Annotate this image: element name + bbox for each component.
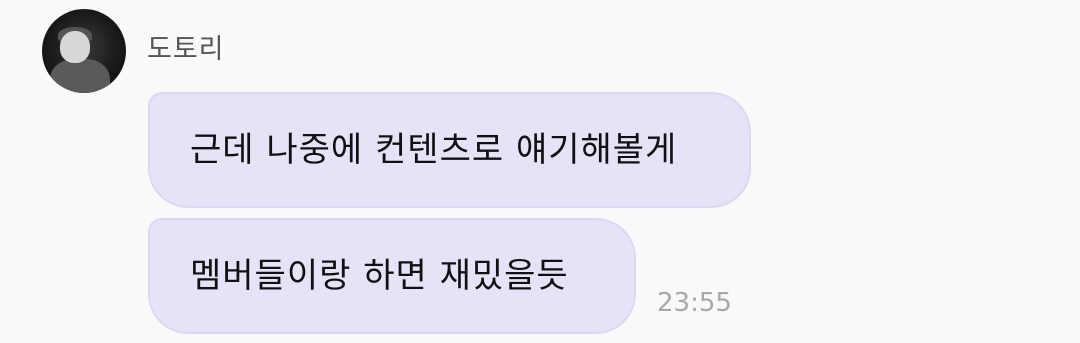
message-bubble[interactable]: 멤버들이랑 하면 재밌을듯 xyxy=(148,218,636,334)
avatar-body xyxy=(50,59,110,93)
sender-avatar[interactable] xyxy=(42,9,126,93)
sender-name[interactable]: 도토리 xyxy=(147,33,225,67)
avatar-head xyxy=(60,31,90,63)
message-text: 멤버들이랑 하면 재밌을듯 xyxy=(190,256,569,296)
message-bubble[interactable]: 근데 나중에 컨텐츠로 얘기해볼게 xyxy=(148,92,751,208)
message-timestamp: 23:55 xyxy=(657,288,732,318)
message-text: 근데 나중에 컨텐츠로 얘기해볼게 xyxy=(190,130,678,170)
